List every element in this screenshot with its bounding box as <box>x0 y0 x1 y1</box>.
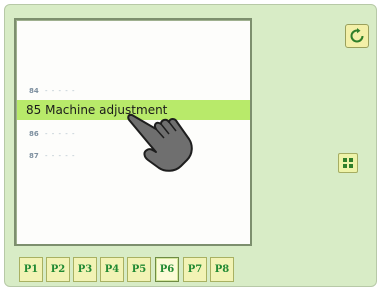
page-tabs: P1 P2 P3 P4 P5 P6 P7 P8 <box>19 257 319 283</box>
table-icon <box>343 158 353 168</box>
tab-p8[interactable]: P8 <box>210 257 234 282</box>
list-item-label: - - - - - <box>45 130 76 138</box>
tab-p7[interactable]: P7 <box>183 257 207 282</box>
machine-screen: 84 - - - - - 85 Machine adjustment 86 - … <box>4 4 377 287</box>
tab-p2[interactable]: P2 <box>46 257 70 282</box>
list-item-number: 87 <box>29 152 39 160</box>
tab-p5[interactable]: P5 <box>127 257 151 282</box>
list-item-label: 85 Machine adjustment <box>26 103 168 117</box>
list-item-86[interactable]: 86 - - - - - <box>17 126 250 142</box>
list-item-84[interactable]: 84 - - - - - <box>17 83 250 99</box>
list-item-number: 84 <box>29 87 39 95</box>
list-panel: 84 - - - - - 85 Machine adjustment 86 - … <box>14 18 252 246</box>
tab-p6[interactable]: P6 <box>155 257 179 282</box>
refresh-button[interactable] <box>345 24 369 48</box>
list-item-label: - - - - - <box>45 152 76 160</box>
list-item-number: 86 <box>29 130 39 138</box>
tab-p1[interactable]: P1 <box>19 257 43 282</box>
list-item-85-selected[interactable]: 85 Machine adjustment <box>17 100 250 120</box>
refresh-icon <box>350 28 364 43</box>
list-item-87[interactable]: 87 - - - - - <box>17 148 250 164</box>
list-item-label: - - - - - <box>45 87 76 95</box>
tab-p4[interactable]: P4 <box>100 257 124 282</box>
table-button[interactable] <box>338 153 358 173</box>
tab-p3[interactable]: P3 <box>73 257 97 282</box>
